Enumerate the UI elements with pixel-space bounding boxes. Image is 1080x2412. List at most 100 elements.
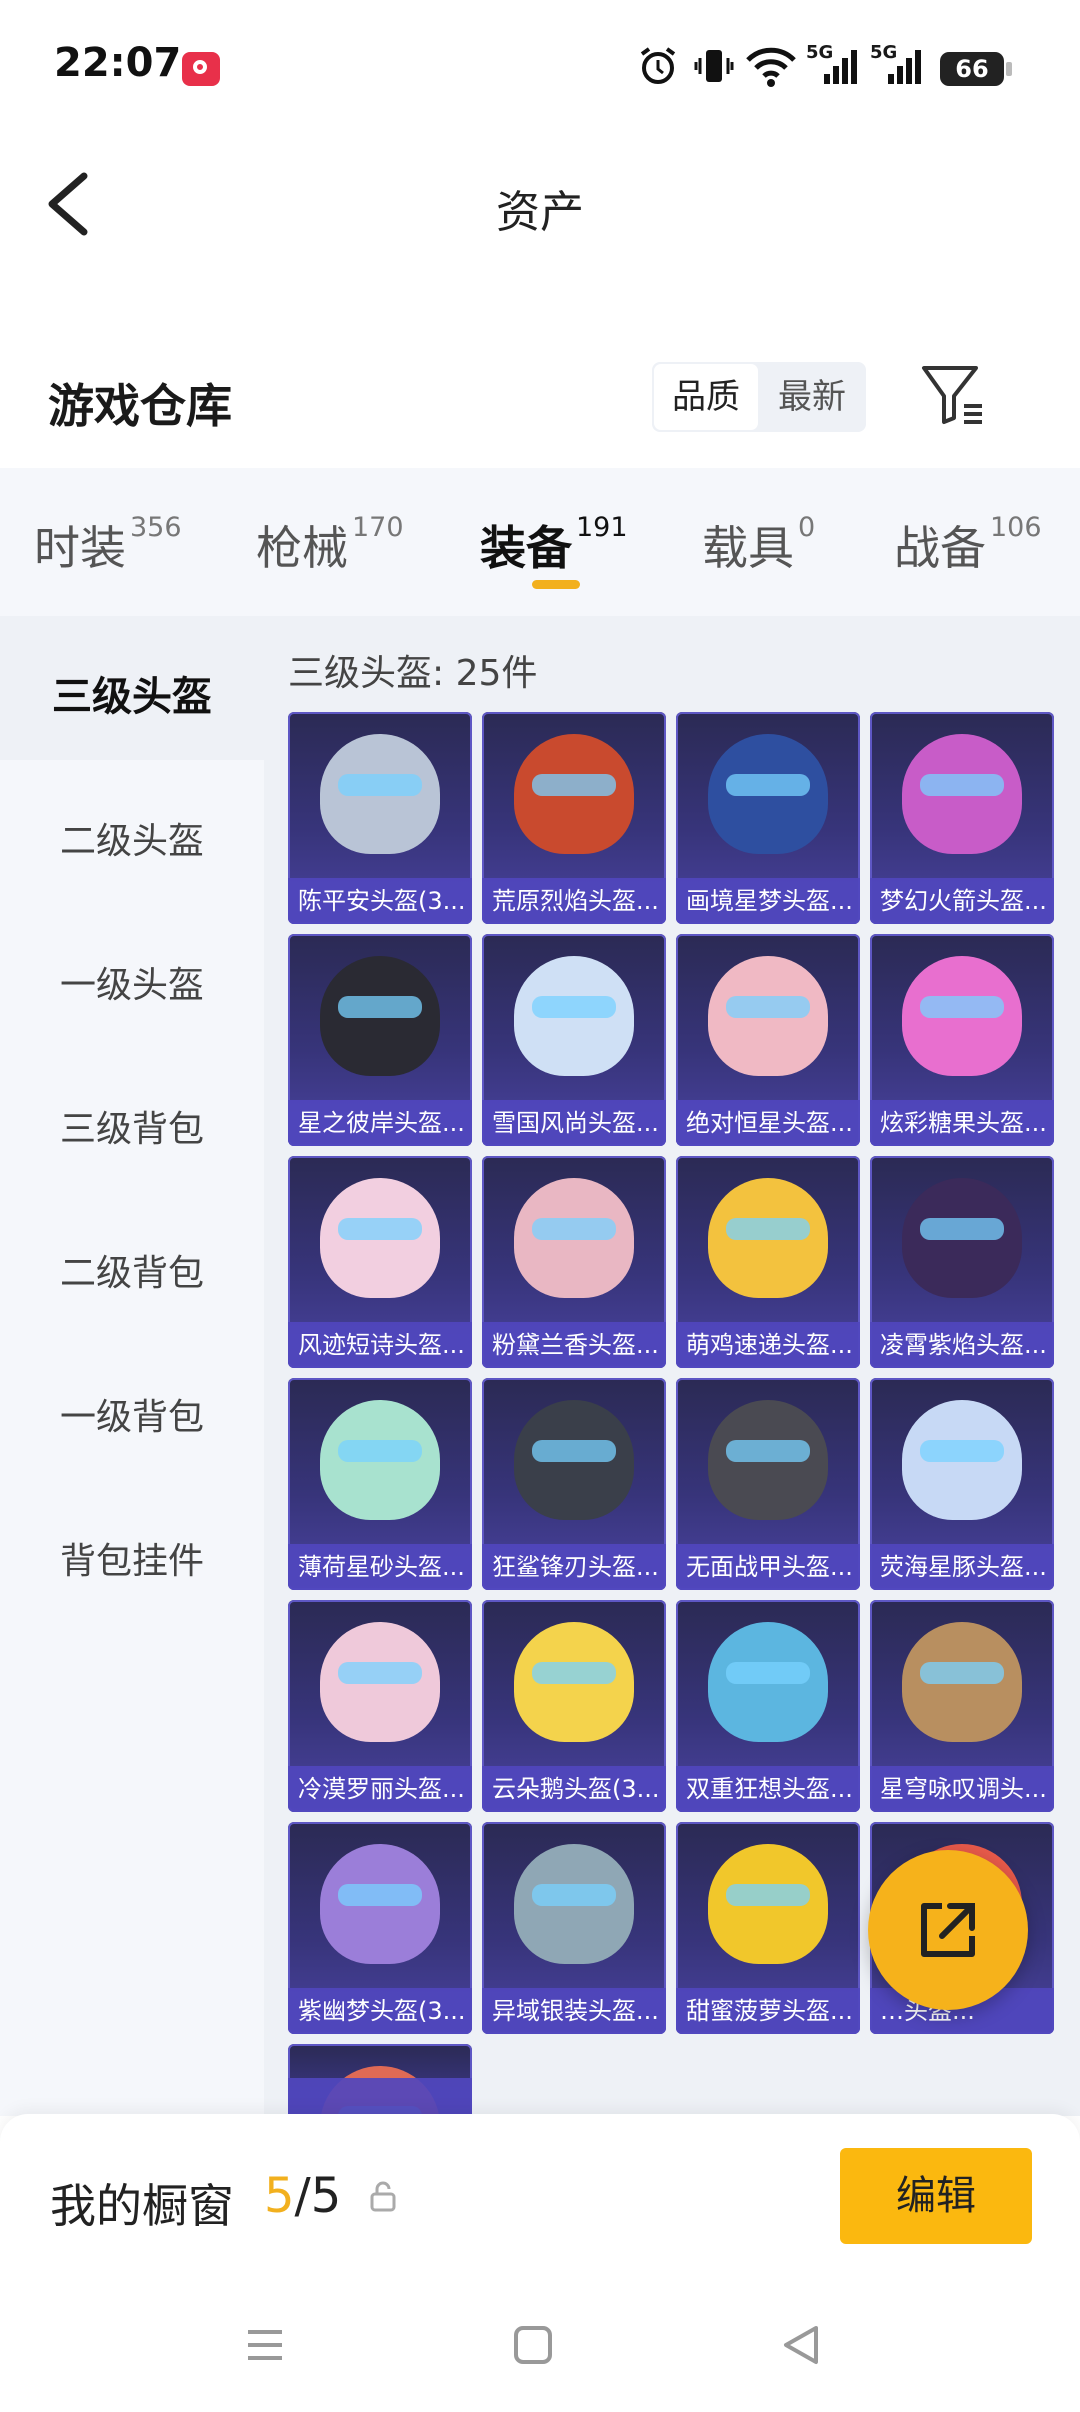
- tab-label: 载具: [702, 521, 794, 575]
- item-name: 双重狂想头盔...: [676, 1766, 860, 1812]
- tab-count: 356: [130, 512, 182, 543]
- item-name: 星穹咏叹调头...: [870, 1766, 1054, 1812]
- item-name: 陈平安头盔(3...: [288, 878, 472, 924]
- tab-fashion[interactable]: 时装 356: [34, 512, 182, 578]
- helmet-image: [902, 1178, 1022, 1298]
- share-button[interactable]: [868, 1850, 1028, 2010]
- tab-label: 时装: [34, 521, 126, 575]
- helmet-image: [514, 1178, 634, 1298]
- item-card[interactable]: 凌霄紫焰头盔...: [870, 1156, 1054, 1368]
- item-name: 荒原烈焰头盔...: [482, 878, 666, 924]
- sidebar-item-level1-backpack[interactable]: 一级背包: [0, 1388, 264, 1440]
- item-card[interactable]: 狂鲨锋刃头盔...: [482, 1378, 666, 1590]
- tab-firearms[interactable]: 枪械 170: [256, 512, 404, 578]
- helmet-image: [708, 1178, 828, 1298]
- item-name: 星之彼岸头盔...: [288, 1100, 472, 1146]
- item-name: 画境星梦头盔...: [676, 878, 860, 924]
- showcase-label: 我的橱窗: [50, 2179, 234, 2233]
- helmet-image: [902, 956, 1022, 1076]
- tab-count: 0: [798, 512, 816, 543]
- sidebar-item-level1-helmet[interactable]: 一级头盔: [0, 956, 264, 1008]
- item-card[interactable]: 星之彼岸头盔...: [288, 934, 472, 1146]
- helmet-image: [902, 1400, 1022, 1520]
- item-name: 薄荷星砂头盔...: [288, 1544, 472, 1590]
- item-name: 风迹短诗头盔...: [288, 1322, 472, 1368]
- helmet-image: [514, 1844, 634, 1964]
- status-bar: 22:07 5G 5G 66: [0, 0, 1080, 130]
- sort-quality-button[interactable]: 品质: [654, 364, 758, 430]
- helmet-image: [902, 734, 1022, 854]
- item-card[interactable]: 薄荷星砂头盔...: [288, 1378, 472, 1590]
- helmet-image: [902, 1622, 1022, 1742]
- helmet-image: [320, 1622, 440, 1742]
- item-name: 萌鸡速递头盔...: [676, 1322, 860, 1368]
- item-card[interactable]: 紫幽梦头盔(3...: [288, 1822, 472, 2034]
- item-card[interactable]: 甜蜜菠萝头盔...: [676, 1822, 860, 2034]
- item-card[interactable]: 双重狂想头盔...: [676, 1600, 860, 1812]
- item-name: 云朵鹅头盔(3...: [482, 1766, 666, 1812]
- showcase-current: 5: [264, 2168, 295, 2224]
- signal-icon-2: [888, 50, 921, 84]
- sidebar-item-level3-helmet[interactable]: 三级头盔: [0, 664, 264, 722]
- item-card[interactable]: 荒原烈焰头盔...: [482, 712, 666, 924]
- section-header: 三级头盔: 25件: [288, 653, 538, 694]
- back-nav-icon[interactable]: [776, 2320, 826, 2370]
- vibrate-icon: [694, 50, 734, 82]
- item-name: 雪国风尚头盔...: [482, 1100, 666, 1146]
- item-card[interactable]: 雪国风尚头盔...: [482, 934, 666, 1146]
- sort-toggle: 品质 最新: [652, 362, 866, 432]
- share-icon: [921, 1903, 975, 1957]
- item-card[interactable]: 炫彩糖果头盔...: [870, 934, 1054, 1146]
- helmet-image: [514, 1622, 634, 1742]
- item-name: 冷漠罗丽头盔...: [288, 1766, 472, 1812]
- item-card[interactable]: 风迹短诗头盔...: [288, 1156, 472, 1368]
- item-card[interactable]: 萌鸡速递头盔...: [676, 1156, 860, 1368]
- helmet-image: [708, 1400, 828, 1520]
- tab-gear[interactable]: 战备 106: [894, 512, 1042, 578]
- item-card[interactable]: 陈平安头盔(3...: [288, 712, 472, 924]
- item-card[interactable]: 粉黛兰香头盔...: [482, 1156, 666, 1368]
- item-card[interactable]: 冷漠罗丽头盔...: [288, 1600, 472, 1812]
- lock-icon: [370, 2181, 396, 2212]
- sidebar-item-backpack-charm[interactable]: 背包挂件: [0, 1532, 264, 1584]
- signal-icon: [824, 50, 857, 84]
- app-notification-icon: [182, 52, 220, 86]
- page-title: 资产: [496, 187, 584, 238]
- item-card[interactable]: [288, 2044, 472, 2124]
- item-card[interactable]: 画境星梦头盔...: [676, 712, 860, 924]
- item-card[interactable]: 荧海星豚头盔...: [870, 1378, 1054, 1590]
- helmet-image: [708, 734, 828, 854]
- item-name: 甜蜜菠萝头盔...: [676, 1988, 860, 2034]
- helmet-image: [320, 1844, 440, 1964]
- item-name: 粉黛兰香头盔...: [482, 1322, 666, 1368]
- item-name: 紫幽梦头盔(3...: [288, 1988, 472, 2034]
- warehouse-title: 游戏仓库: [48, 379, 232, 433]
- item-card[interactable]: 云朵鹅头盔(3...: [482, 1600, 666, 1812]
- home-nav-icon[interactable]: [508, 2320, 558, 2370]
- helmet-image: [320, 1178, 440, 1298]
- filter-icon[interactable]: [920, 362, 986, 428]
- item-card[interactable]: 梦幻火箭头盔...: [870, 712, 1054, 924]
- alarm-icon: [640, 47, 676, 84]
- menu-nav-icon[interactable]: [240, 2320, 290, 2370]
- item-name: 凌霄紫焰头盔...: [870, 1322, 1054, 1368]
- tab-label: 枪械: [256, 521, 348, 575]
- sort-newest-button[interactable]: 最新: [760, 364, 864, 430]
- category-tabs: 时装 356 枪械 170 装备 191 载具 0 战备 106: [0, 468, 1080, 616]
- tab-equipment[interactable]: 装备 191: [480, 512, 628, 578]
- item-name: 绝对恒星头盔...: [676, 1100, 860, 1146]
- item-card[interactable]: 绝对恒星头盔...: [676, 934, 860, 1146]
- sidebar-item-level2-backpack[interactable]: 二级背包: [0, 1244, 264, 1296]
- sidebar-item-level3-backpack[interactable]: 三级背包: [0, 1100, 264, 1152]
- item-card[interactable]: 星穹咏叹调头...: [870, 1600, 1054, 1812]
- item-name: 狂鲨锋刃头盔...: [482, 1544, 666, 1590]
- sidebar-item-level2-helmet[interactable]: 二级头盔: [0, 812, 264, 864]
- tab-vehicles[interactable]: 载具 0: [702, 512, 815, 578]
- item-name: 异域银装头盔...: [482, 1988, 666, 2034]
- item-card[interactable]: 异域银装头盔...: [482, 1822, 666, 2034]
- tab-count: 191: [576, 512, 628, 543]
- status-time: 22:07: [54, 40, 182, 86]
- item-card[interactable]: 无面战甲头盔...: [676, 1378, 860, 1590]
- helmet-image: [514, 1400, 634, 1520]
- edit-button[interactable]: 编辑: [840, 2148, 1032, 2244]
